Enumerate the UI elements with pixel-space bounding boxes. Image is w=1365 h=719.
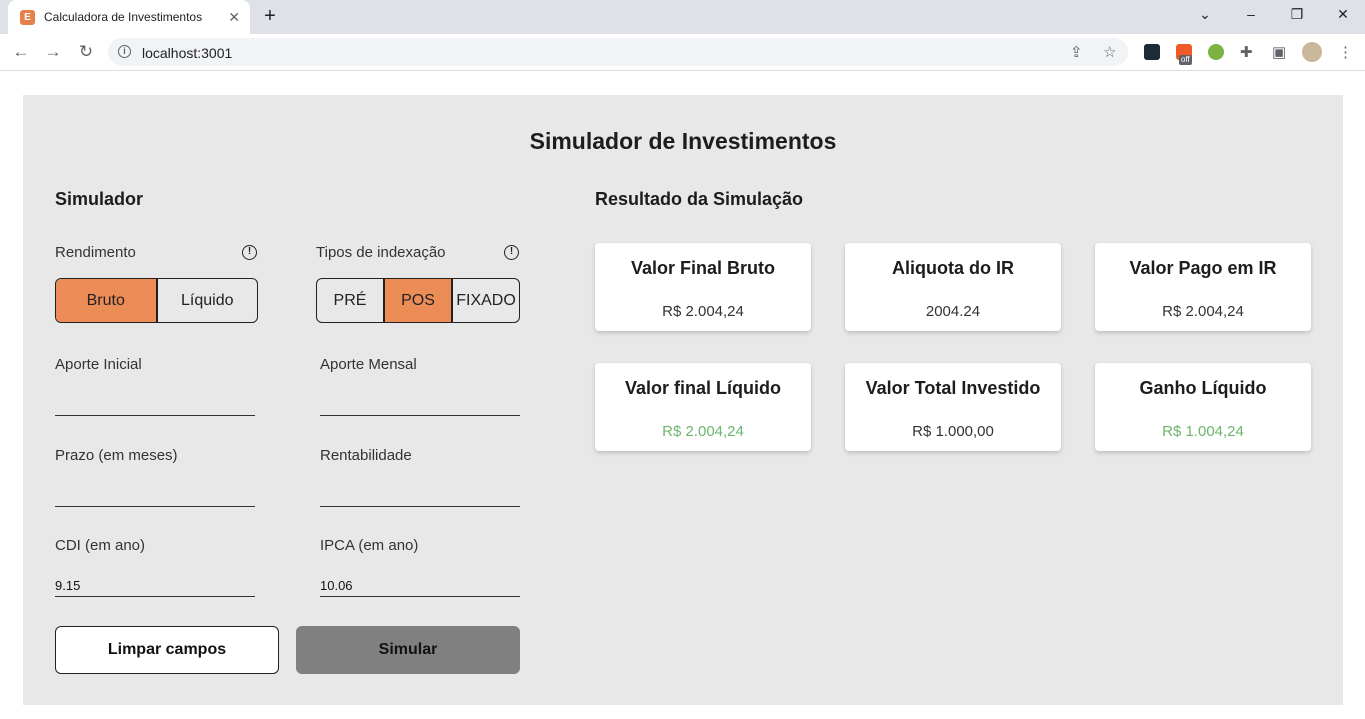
aporte-mensal-field: Aporte Mensal [320,356,520,416]
indexacao-toggle: PRÉ POS FIXADO [316,278,520,323]
url-text: localhost:3001 [142,45,233,61]
new-tab-icon[interactable]: + [259,5,281,27]
window-close-icon[interactable]: ✕ [1333,6,1353,23]
simulate-button[interactable]: Simular [296,626,520,674]
prazo-input[interactable] [55,477,255,507]
card-title: Ganho Líquido [1139,378,1267,398]
reload-icon[interactable]: ↻ [76,42,96,62]
indexacao-info-icon[interactable]: ! [504,245,519,260]
card-title: Valor Final Bruto [630,258,776,278]
rendimento-label: Rendimento [55,244,136,261]
rentabilidade-field: Rentabilidade [320,447,520,507]
indexacao-option-pre[interactable]: PRÉ [317,279,385,322]
rendimento-info-icon[interactable]: ! [242,245,257,260]
extensions-puzzle-icon[interactable]: ✚ [1240,43,1253,61]
result-card-valor-final-bruto: Valor Final Bruto R$ 2.004,24 [595,243,811,331]
tab-search-icon[interactable]: ⌄ [1195,6,1215,23]
result-card-valor-final-liquido: Valor final Líquido R$ 2.004,24 [595,363,811,451]
profile-avatar[interactable] [1302,42,1322,62]
ipca-label: IPCA (em ano) [320,537,419,554]
aporte-inicial-field: Aporte Inicial [55,356,255,416]
ipca-input[interactable] [320,567,520,597]
browser-tab[interactable]: E Calculadora de Investimentos ✕ [8,0,250,34]
card-title: Aliquota do IR [892,258,1014,278]
prazo-field: Prazo (em meses) [55,447,255,507]
simulator-panel: Simulador de Investimentos Simulador Ren… [23,95,1343,705]
simulator-section-title: Simulador [55,189,144,209]
aporte-mensal-label: Aporte Mensal [320,356,417,373]
result-card-aliquota-ir: Aliquota do IR 2004.24 [845,243,1061,331]
minimize-icon[interactable]: – [1241,6,1261,22]
aporte-mensal-input[interactable] [320,386,520,416]
prazo-label: Prazo (em meses) [55,447,178,464]
result-card-valor-total-investido: Valor Total Investido R$ 1.000,00 [845,363,1061,451]
bookmark-star-icon[interactable]: ☆ [1103,43,1116,61]
favicon-icon: E [20,10,35,25]
card-value: R$ 2.004,24 [662,423,744,440]
card-title: Valor Total Investido [865,378,1041,398]
address-bar[interactable]: i localhost:3001 ⇪ ☆ [108,38,1128,66]
result-card-valor-pago-ir: Valor Pago em IR R$ 2.004,24 [1095,243,1311,331]
card-title: Valor final Líquido [624,378,781,398]
extension-off-badge: off [1179,55,1192,65]
rendimento-toggle: Bruto Líquido [55,278,258,323]
cdi-input[interactable] [55,567,255,597]
results-section-title: Resultado da Simulação [595,189,804,209]
card-value: R$ 2.004,24 [662,303,744,320]
rendimento-option-liquido[interactable]: Líquido [158,279,258,322]
aporte-inicial-input[interactable] [55,386,255,416]
page-title: Simulador de Investimentos [529,128,837,154]
result-card-ganho-liquido: Ganho Líquido R$ 1.004,24 [1095,363,1311,451]
indexacao-label: Tipos de indexação [316,244,446,261]
ipca-field: IPCA (em ano) [320,537,520,597]
cdi-field: CDI (em ano) [55,537,255,597]
extension-1-icon[interactable] [1144,44,1160,60]
rentabilidade-label: Rentabilidade [320,447,412,464]
browser-tab-bar: E Calculadora de Investimentos ✕ + ⌄ – ❐… [0,0,1365,34]
rendimento-option-bruto[interactable]: Bruto [56,279,158,322]
card-title: Valor Pago em IR [1129,258,1277,278]
card-value: R$ 2.004,24 [1162,303,1244,320]
card-value: 2004.24 [925,303,981,320]
side-panel-icon[interactable]: ▣ [1272,43,1286,61]
rentabilidade-input[interactable] [320,477,520,507]
browser-toolbar: ← → ↻ i localhost:3001 ⇪ ☆ ✚ ▣ ⋮ [0,34,1365,71]
menu-kebab-icon[interactable]: ⋮ [1338,43,1353,61]
clear-fields-button[interactable]: Limpar campos [55,626,279,674]
extension-3-icon[interactable] [1208,44,1224,60]
restore-icon[interactable]: ❐ [1287,6,1307,23]
tab-close-icon[interactable]: ✕ [228,8,240,26]
aporte-inicial-label: Aporte Inicial [55,356,142,373]
indexacao-option-fixado[interactable]: FIXADO [453,279,519,322]
back-icon[interactable]: ← [11,42,31,62]
tab-title: Calculadora de Investimentos [44,10,203,24]
indexacao-option-pos[interactable]: POS [385,279,453,322]
card-value: R$ 1.004,24 [1162,423,1244,440]
site-info-icon[interactable]: i [118,45,131,58]
forward-icon[interactable]: → [43,42,63,62]
share-icon[interactable]: ⇪ [1070,43,1083,61]
card-value: R$ 1.000,00 [912,423,994,440]
cdi-label: CDI (em ano) [55,537,146,554]
